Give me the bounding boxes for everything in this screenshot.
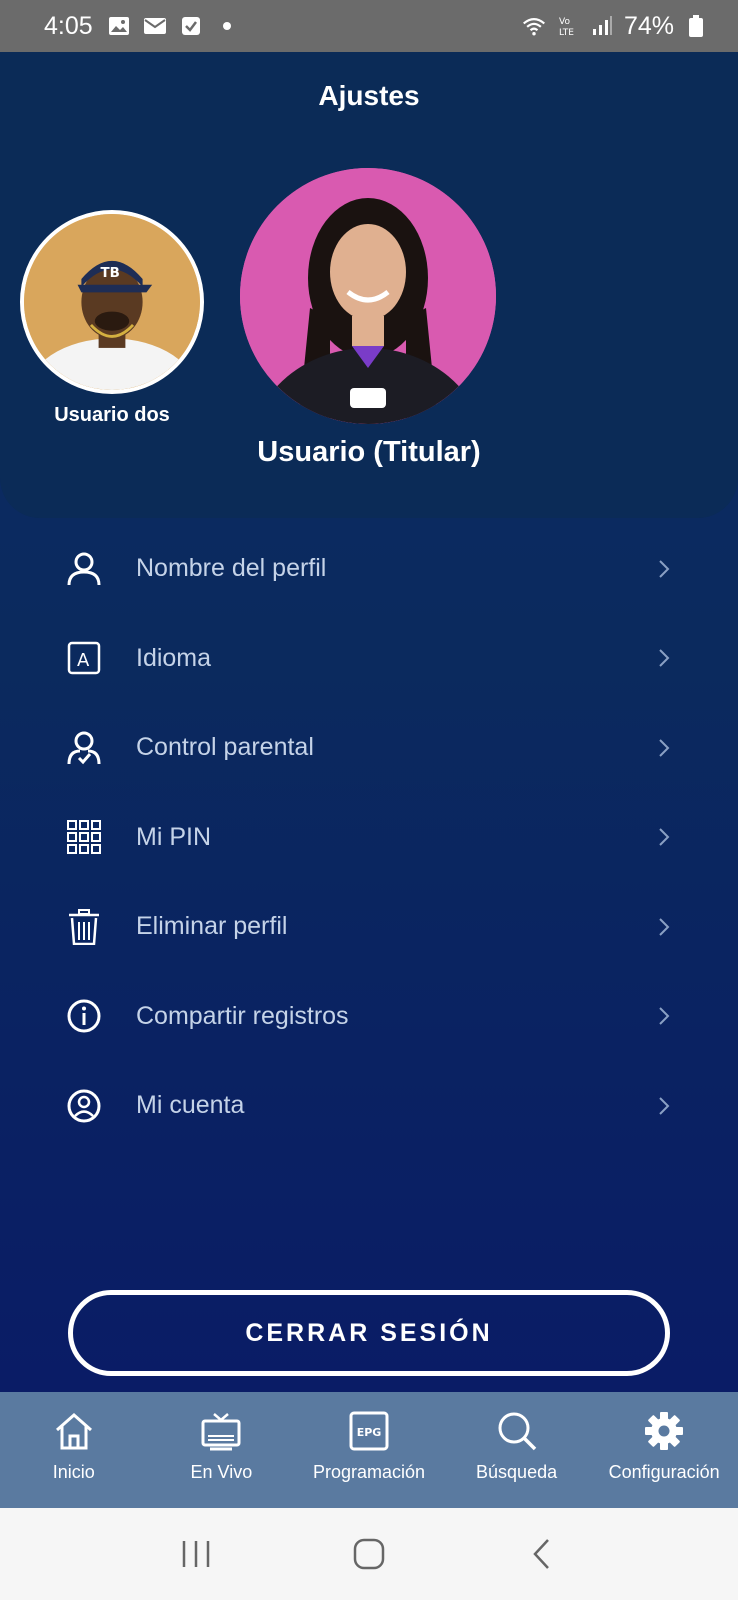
language-icon: A bbox=[66, 640, 102, 676]
check-icon bbox=[179, 14, 203, 38]
parental-control-icon bbox=[66, 730, 102, 766]
chevron-right-icon bbox=[656, 826, 672, 848]
signal-icon bbox=[590, 14, 614, 38]
back-icon[interactable] bbox=[522, 1534, 562, 1574]
recent-apps-icon[interactable] bbox=[176, 1534, 216, 1574]
menu-label: Eliminar perfil bbox=[136, 912, 288, 941]
system-nav-bar bbox=[0, 1508, 738, 1600]
status-left: 4:05 bbox=[44, 12, 239, 41]
logout-button[interactable]: CERRAR SESIÓN bbox=[68, 1290, 670, 1376]
avatar-primary-profile[interactable] bbox=[240, 168, 496, 424]
volte-icon: Vo LTE bbox=[556, 14, 580, 38]
menu-item-delete-profile[interactable]: Eliminar perfil bbox=[0, 882, 738, 972]
nav-item-schedule[interactable]: EPG Programación bbox=[295, 1392, 443, 1508]
menu-item-profile-name[interactable]: Nombre del perfil bbox=[0, 524, 738, 614]
info-icon bbox=[66, 998, 102, 1034]
chevron-right-icon bbox=[656, 647, 672, 669]
tv-icon bbox=[198, 1408, 244, 1454]
menu-label: Idioma bbox=[136, 643, 212, 672]
nav-item-search[interactable]: Búsqueda bbox=[443, 1392, 591, 1508]
nav-item-settings[interactable]: Configuración bbox=[590, 1392, 738, 1508]
image-icon bbox=[107, 14, 131, 38]
menu-item-my-account[interactable]: Mi cuenta bbox=[0, 1061, 738, 1151]
user-icon bbox=[66, 551, 102, 587]
epg-icon-text: EPG bbox=[357, 1426, 382, 1439]
nav-item-home[interactable]: Inicio bbox=[0, 1392, 148, 1508]
status-right: Vo LTE 74% bbox=[522, 12, 708, 41]
battery-percent: 74% bbox=[623, 11, 674, 40]
chevron-right-icon bbox=[656, 916, 672, 938]
page-title: Ajustes bbox=[318, 80, 420, 111]
home-button-icon[interactable] bbox=[349, 1534, 389, 1574]
status-time: 4:05 bbox=[44, 11, 93, 40]
chevron-right-icon bbox=[656, 558, 672, 580]
settings-menu: Nombre del perfil A Idioma Control paren… bbox=[0, 524, 738, 1151]
secondary-profile-name: Usuario dos bbox=[54, 404, 170, 426]
settings-screen: Ajustes TB Usuario dos Usuario (Titular)… bbox=[0, 52, 738, 1392]
status-bar: 4:05 Vo LTE 74% bbox=[0, 0, 738, 52]
svg-text:TB: TB bbox=[101, 266, 120, 281]
mail-icon bbox=[143, 14, 167, 38]
chevron-right-icon bbox=[656, 737, 672, 759]
epg-icon: EPG bbox=[346, 1408, 392, 1454]
trash-icon bbox=[66, 908, 102, 945]
search-icon bbox=[494, 1408, 540, 1454]
pin-grid-icon bbox=[66, 819, 102, 855]
chevron-right-icon bbox=[656, 1095, 672, 1117]
svg-text:Vo: Vo bbox=[559, 17, 570, 27]
bottom-nav: Inicio En Vivo EPG Programación Búsqueda bbox=[0, 1392, 738, 1508]
nav-label: Programación bbox=[312, 1462, 426, 1482]
nav-label: Configuración bbox=[608, 1462, 720, 1482]
wifi-icon bbox=[522, 14, 546, 38]
menu-label: Mi cuenta bbox=[136, 1091, 245, 1120]
dot-icon bbox=[215, 14, 239, 38]
chevron-right-icon bbox=[656, 1005, 672, 1027]
menu-label: Mi PIN bbox=[136, 822, 211, 851]
nav-item-live[interactable]: En Vivo bbox=[148, 1392, 296, 1508]
nav-label: Búsqueda bbox=[476, 1462, 558, 1482]
battery-icon bbox=[684, 14, 708, 38]
nav-label: En Vivo bbox=[190, 1462, 253, 1482]
svg-text:LTE: LTE bbox=[559, 28, 574, 38]
menu-label: Control parental bbox=[136, 733, 314, 762]
menu-item-share-logs[interactable]: Compartir registros bbox=[0, 972, 738, 1062]
svg-text:A: A bbox=[77, 650, 90, 671]
menu-item-language[interactable]: A Idioma bbox=[0, 614, 738, 704]
home-icon bbox=[51, 1408, 97, 1454]
menu-item-pin[interactable]: Mi PIN bbox=[0, 793, 738, 883]
account-circle-icon bbox=[66, 1088, 102, 1124]
menu-item-parental-control[interactable]: Control parental bbox=[0, 703, 738, 793]
nav-label: Inicio bbox=[52, 1462, 95, 1482]
menu-label: Compartir registros bbox=[136, 1001, 349, 1030]
profile-header: Ajustes TB Usuario dos Usuario (Titular) bbox=[0, 52, 738, 518]
gear-icon bbox=[641, 1408, 687, 1454]
avatar-secondary-profile[interactable]: TB bbox=[20, 210, 204, 394]
primary-profile-name: Usuario (Titular) bbox=[257, 436, 481, 468]
menu-label: Nombre del perfil bbox=[136, 554, 327, 583]
